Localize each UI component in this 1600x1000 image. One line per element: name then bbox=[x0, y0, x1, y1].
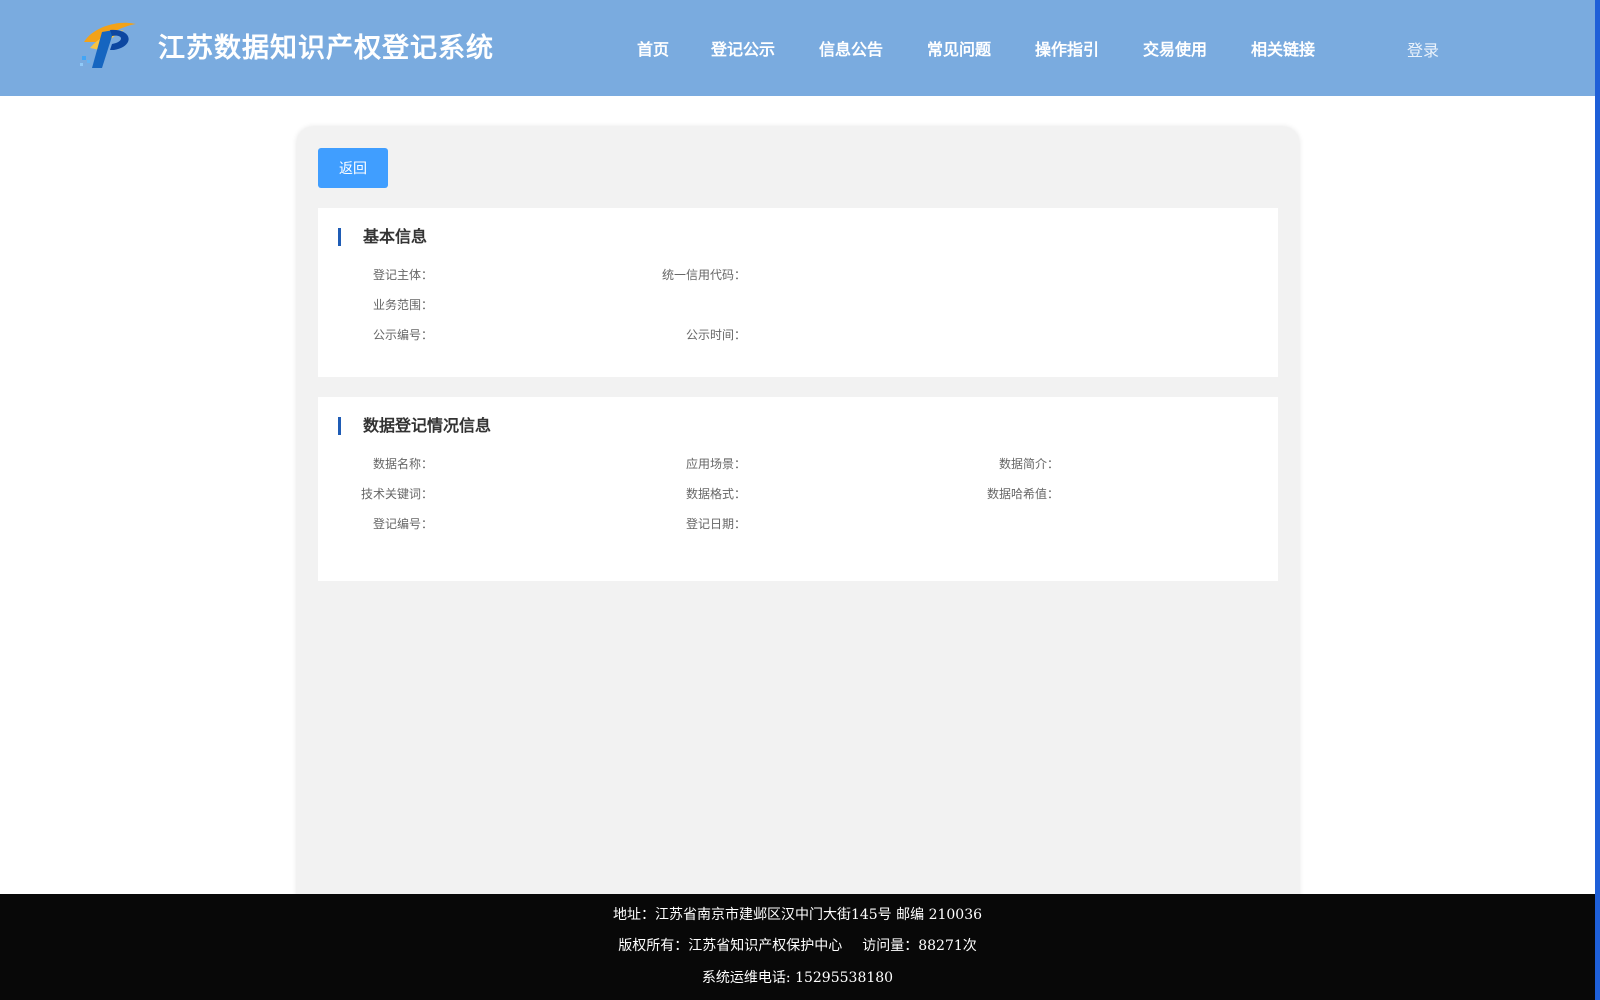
reg-date-label: 登记日期： bbox=[685, 517, 746, 531]
footer-phone: 系统运维电话: 15295538180 bbox=[701, 970, 894, 986]
intro-label: 数据简介： bbox=[998, 457, 1059, 471]
basic-info-title: 基本信息 bbox=[338, 228, 427, 246]
credit-code-label: 统一信用代码： bbox=[661, 268, 746, 282]
nav-item-guide[interactable]: 操作指引 bbox=[1035, 36, 1099, 60]
nav-item-home[interactable]: 首页 bbox=[637, 36, 669, 60]
pub-time-label: 公示时间： bbox=[685, 328, 746, 342]
data-info-card: 数据登记情况信息 数据名称： 应用场景： 数据简介： 技术关键词： 数据格式： … bbox=[318, 397, 1278, 581]
format-label: 数据格式： bbox=[685, 487, 746, 501]
data-name-label: 数据名称： bbox=[372, 457, 433, 471]
nav-item-announcements[interactable]: 信息公告 bbox=[819, 36, 883, 60]
nav-item-publicity[interactable]: 登记公示 bbox=[711, 36, 775, 60]
keywords-label: 技术关键词： bbox=[360, 487, 433, 501]
nav-item-trading[interactable]: 交易使用 bbox=[1143, 36, 1207, 60]
data-info-title: 数据登记情况信息 bbox=[338, 417, 491, 435]
back-button[interactable]: 返回 bbox=[318, 148, 388, 188]
footer-copyright-line: 版权所有：江苏省知识产权保护中心 访问量：88271次 bbox=[0, 935, 1595, 955]
nav-item-links[interactable]: 相关链接 bbox=[1251, 36, 1315, 60]
footer-copyright: 版权所有：江苏省知识产权保护中心 bbox=[618, 938, 843, 954]
basic-info-card: 基本信息 登记主体： 统一信用代码： 业务范围： 公示编号： 公示时间： bbox=[318, 208, 1278, 377]
site-footer: 地址：江苏省南京市建邺区汉中门大街145号 邮编 210036 版权所有：江苏省… bbox=[0, 894, 1595, 1000]
login-link[interactable]: 登录 bbox=[1407, 37, 1439, 61]
pub-no-label: 公示编号： bbox=[372, 328, 433, 342]
footer-visits: 访问量：88271次 bbox=[862, 938, 977, 954]
hash-label: 数据哈希值： bbox=[986, 487, 1059, 501]
footer-address: 地址：江苏省南京市建邺区汉中门大街145号 邮编 210036 bbox=[612, 907, 983, 923]
subject-label: 登记主体： bbox=[372, 268, 433, 282]
reg-no-label: 登记编号： bbox=[372, 517, 433, 531]
scrollbar-edge bbox=[1595, 0, 1600, 1000]
nav-item-faq[interactable]: 常见问题 bbox=[927, 36, 991, 60]
scope-label: 业务范围： bbox=[372, 298, 433, 312]
main-nav: 首页 登记公示 信息公告 常见问题 操作指引 交易使用 相关链接 bbox=[0, 36, 1595, 60]
site-header: 江苏数据知识产权登记系统 首页 登记公示 信息公告 常见问题 操作指引 交易使用… bbox=[0, 0, 1595, 96]
detail-panel: 返回 基本信息 登记主体： 统一信用代码： 业务范围： 公示编号： 公示时间： … bbox=[297, 127, 1299, 927]
scenario-label: 应用场景： bbox=[685, 457, 746, 471]
